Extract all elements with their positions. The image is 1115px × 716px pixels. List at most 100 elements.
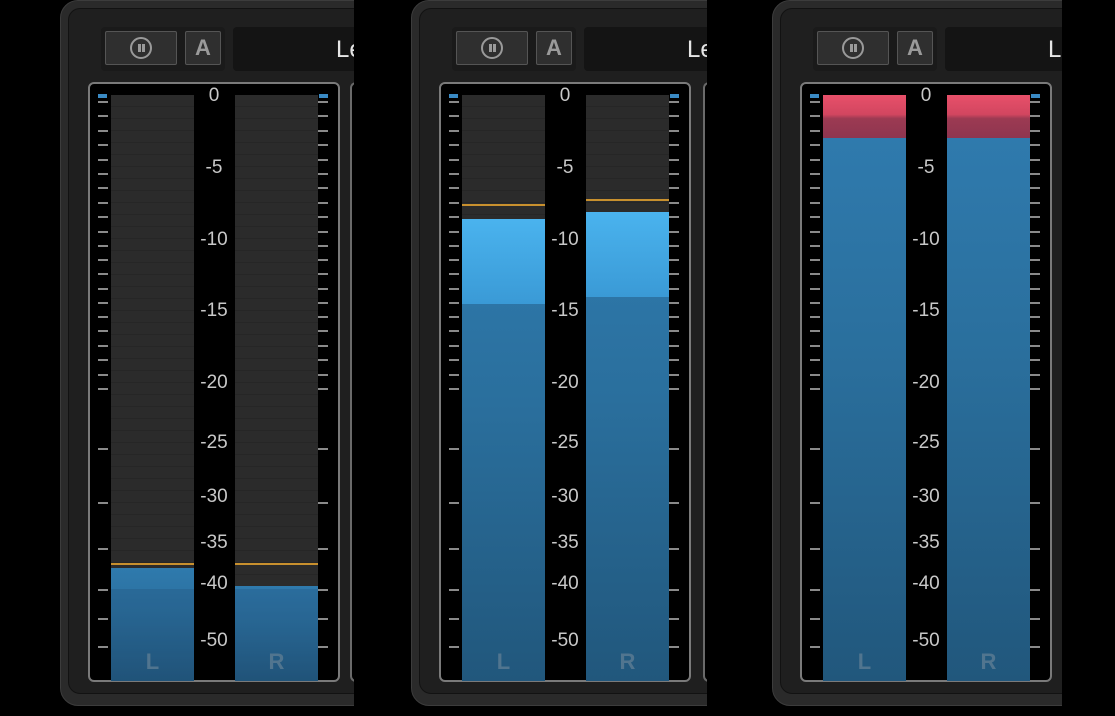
button-group: A: [452, 27, 576, 71]
meter-panel-3: A Le L R 0 -5 -10 -15 -20 -25 -30 -35 -40 -50: [770, 0, 1062, 716]
scale-tick: [318, 230, 328, 233]
scale-tick: [98, 548, 108, 550]
scale-tick: [98, 245, 108, 247]
scale-tick: [669, 359, 679, 362]
scale-tick: [449, 187, 459, 190]
auto-button[interactable]: A: [185, 31, 221, 65]
level-meter: L R 0 -5 -10 -15 -20 -25 -30 -35 -40 -50: [800, 82, 1052, 682]
scale-tick: [669, 617, 679, 620]
scale-tick: [318, 201, 328, 204]
over-indicator: [1031, 94, 1040, 98]
scale-tick: [98, 129, 108, 132]
scale-tick: [318, 216, 328, 219]
scale-tick: [98, 448, 108, 450]
level-meter: L R 0 -5 -10 -15 -20 -25 -30 -35 -40 -50: [439, 82, 691, 682]
clip-indicator: [947, 95, 1030, 139]
scale-label: -25: [912, 432, 940, 453]
scale-tick: [98, 287, 108, 290]
scale-tick: [98, 173, 108, 175]
channel-bar-left: L: [462, 95, 545, 681]
scale-label: -15: [200, 300, 228, 321]
scale-tick: [669, 129, 679, 132]
scale-label: -15: [551, 300, 579, 321]
channel-label: R: [268, 649, 285, 674]
scale-label: -40: [551, 573, 579, 594]
channel-label: R: [980, 649, 997, 674]
scale-tick: [318, 187, 328, 190]
scale-tick: [318, 158, 328, 161]
scale-tick: [1030, 230, 1040, 233]
scale-label: -30: [912, 486, 940, 507]
scale-tick: [449, 344, 459, 347]
scale-tick: [98, 502, 108, 504]
scale-label: -35: [912, 532, 940, 553]
peak-hold-line: [111, 563, 194, 566]
scale-tick: [449, 617, 459, 620]
scale-tick: [449, 301, 459, 304]
scale-tick: [449, 216, 459, 219]
scale-tick: [669, 158, 679, 161]
pause-button[interactable]: [105, 31, 177, 65]
scale-tick: [669, 287, 679, 290]
scale-tick: [98, 101, 108, 103]
scale-tick: [810, 344, 820, 347]
scale-tick: [449, 115, 459, 118]
meter-label-box: Le: [233, 27, 354, 71]
scale-label: -40: [200, 573, 228, 594]
meter-label: Le: [687, 36, 707, 63]
scale-tick: [669, 646, 679, 648]
scale-tick: [449, 646, 459, 648]
scale-tick: [98, 359, 108, 362]
scale-tick: [669, 273, 679, 276]
over-indicator: [449, 94, 458, 98]
scale-tick: [98, 646, 108, 648]
auto-button[interactable]: A: [897, 31, 933, 65]
adjacent-meter-edge: [703, 82, 707, 682]
scale-tick: [810, 617, 820, 620]
level-fill: [947, 138, 1030, 681]
scale-tick: [1030, 548, 1040, 550]
scale-tick: [810, 173, 820, 175]
scale-tick: [1030, 115, 1040, 118]
scale-tick: [1030, 201, 1040, 204]
scale-label: -40: [912, 573, 940, 594]
scale-tick: [810, 301, 820, 304]
channel-bar-right: R: [947, 95, 1030, 681]
scale-tick: [318, 344, 328, 347]
scale-tick: [98, 344, 108, 347]
scale-tick: [449, 287, 459, 290]
scale-tick: [810, 187, 820, 190]
scale-label: -10: [912, 229, 940, 250]
scale-tick: [98, 115, 108, 118]
auto-button[interactable]: A: [536, 31, 572, 65]
scale-tick: [98, 216, 108, 219]
scale-tick: [318, 359, 328, 362]
meter-label-box: Le: [584, 27, 707, 71]
scale-label: -35: [200, 532, 228, 553]
scale-tick: [810, 548, 820, 550]
scale-tick: [669, 230, 679, 233]
scale-tick: [810, 115, 820, 118]
scale-tick: [318, 173, 328, 175]
scale-tick: [98, 201, 108, 204]
scale-tick: [449, 259, 459, 262]
scale-tick: [810, 216, 820, 219]
scale-label: -5: [205, 157, 223, 178]
scale-tick: [1030, 158, 1040, 161]
scale-tick: [318, 448, 328, 450]
scale-tick: [669, 344, 679, 347]
scale-tick: [669, 388, 679, 390]
scale-tick: [810, 101, 820, 103]
scale-tick: [669, 259, 679, 262]
pause-button[interactable]: [817, 31, 889, 65]
scale-tick: [98, 273, 108, 276]
scale-tick: [449, 373, 459, 376]
clip-indicator: [823, 95, 906, 139]
scale-tick: [1030, 216, 1040, 219]
pause-button[interactable]: [456, 31, 528, 65]
over-indicator: [319, 94, 328, 98]
scale-tick: [810, 144, 820, 147]
pause-icon: [130, 37, 152, 59]
scale-label: -50: [912, 630, 940, 651]
scale-tick: [1030, 101, 1040, 103]
